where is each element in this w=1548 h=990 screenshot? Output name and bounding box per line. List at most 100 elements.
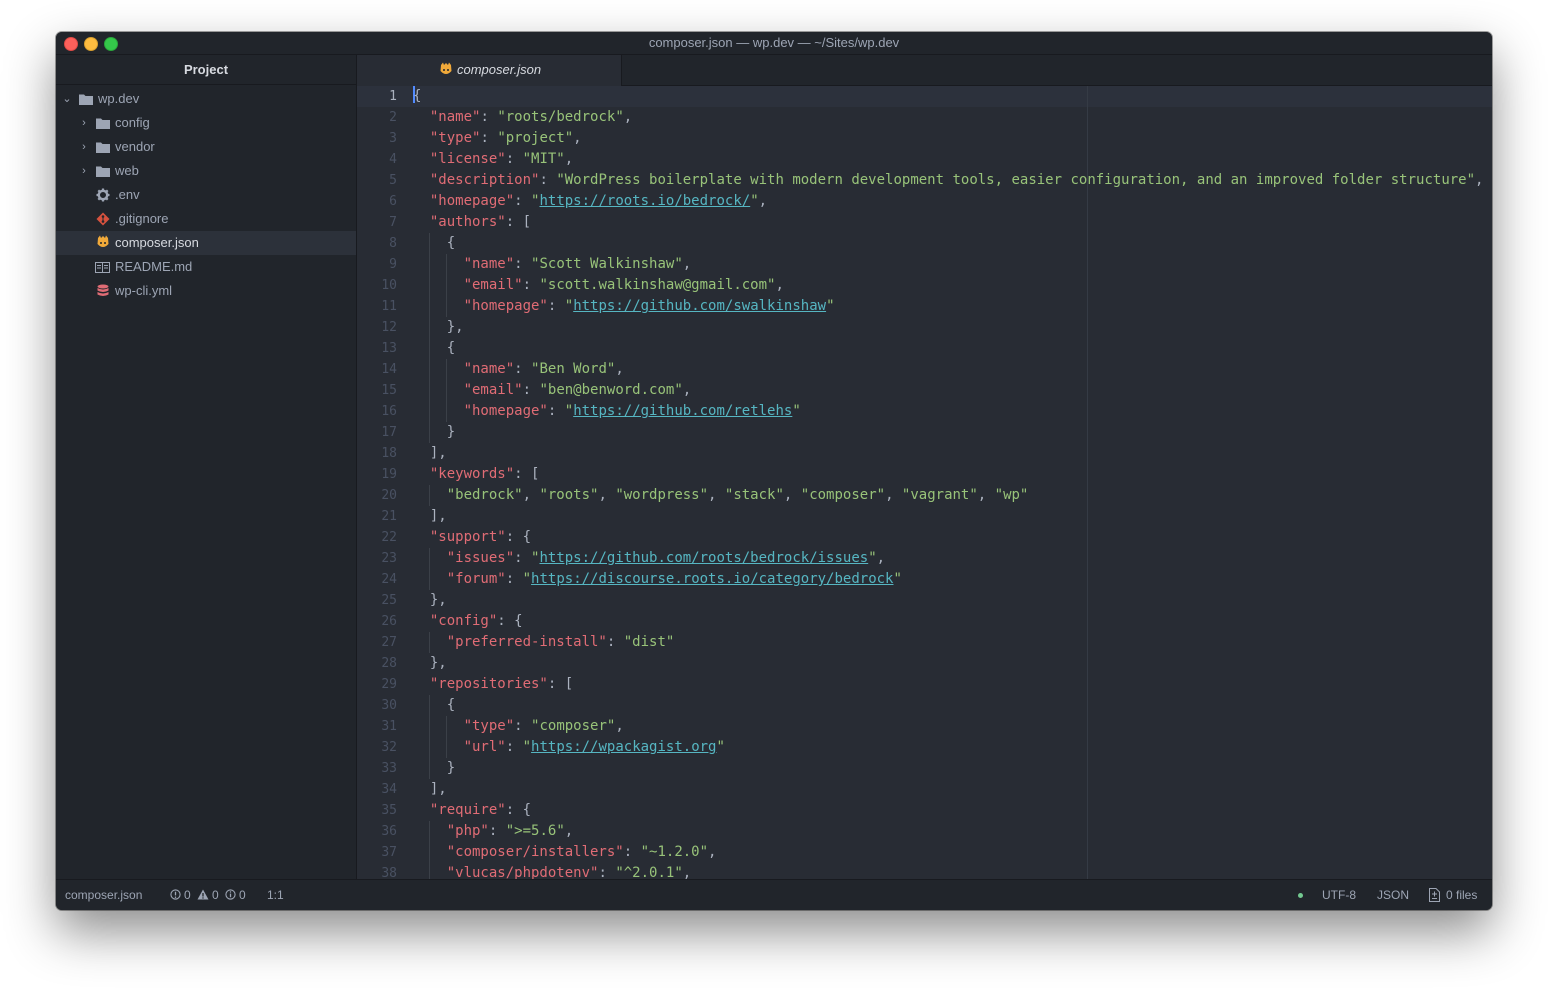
line-number[interactable]: 3 <box>357 128 397 149</box>
git-files-count[interactable]: 0 files <box>1446 880 1477 910</box>
code-area[interactable]: 1 2 3 4 5 6 7 8 9 10 11 12 13 14 15 16 17 18 19 20 21 22 23 24 2… <box>357 86 1492 880</box>
code-line[interactable]: "type": "composer", <box>413 716 1492 737</box>
line-number[interactable]: 29 <box>357 674 397 695</box>
cursor-position[interactable]: 1:1 <box>267 880 284 910</box>
code-line[interactable]: "require": { <box>413 800 1492 821</box>
line-number[interactable]: 14 <box>357 359 397 380</box>
warning-count[interactable]: 0 <box>212 880 219 910</box>
line-number[interactable]: 9 <box>357 254 397 275</box>
line-number[interactable]: 10 <box>357 275 397 296</box>
code-line[interactable]: { <box>413 86 1492 107</box>
code-line[interactable]: "forum": "https://discourse.roots.io/cat… <box>413 569 1492 590</box>
code-line[interactable]: "description": "WordPress boilerplate wi… <box>413 170 1492 191</box>
line-number[interactable]: 35 <box>357 800 397 821</box>
tree-item-readme[interactable]: README.md <box>56 255 356 279</box>
line-number[interactable]: 6 <box>357 191 397 212</box>
code-line[interactable]: "name": "roots/bedrock", <box>413 107 1492 128</box>
tree-item-env[interactable]: .env <box>56 183 356 207</box>
error-count[interactable]: 0 <box>184 880 191 910</box>
code-line[interactable]: "homepage": "https://roots.io/bedrock/", <box>413 191 1492 212</box>
tree-root-wp-dev[interactable]: ⌄ wp.dev <box>56 87 356 111</box>
line-number[interactable]: 4 <box>357 149 397 170</box>
line-number[interactable]: 31 <box>357 716 397 737</box>
code-line[interactable]: { <box>413 338 1492 359</box>
code-line[interactable]: "url": "https://wpackagist.org" <box>413 737 1492 758</box>
code-line[interactable]: } <box>413 422 1492 443</box>
code-line[interactable]: "config": { <box>413 611 1492 632</box>
status-file-path[interactable]: composer.json <box>65 880 142 910</box>
line-number[interactable]: 36 <box>357 821 397 842</box>
line-number[interactable]: 19 <box>357 464 397 485</box>
code-line[interactable]: ], <box>413 443 1492 464</box>
line-number[interactable]: 27 <box>357 632 397 653</box>
tree-item-wp-cli-yml[interactable]: wp-cli.yml <box>56 279 356 303</box>
line-number[interactable]: 18 <box>357 443 397 464</box>
line-number[interactable]: 25 <box>357 590 397 611</box>
line-number[interactable]: 8 <box>357 233 397 254</box>
info-count[interactable]: 0 <box>239 880 246 910</box>
code-line[interactable]: "homepage": "https://github.com/swalkins… <box>413 296 1492 317</box>
grammar-selector[interactable]: JSON <box>1377 880 1409 910</box>
line-number[interactable]: 30 <box>357 695 397 716</box>
line-number[interactable]: 22 <box>357 527 397 548</box>
line-number[interactable]: 26 <box>357 611 397 632</box>
code-line[interactable]: { <box>413 233 1492 254</box>
line-number[interactable]: 33 <box>357 758 397 779</box>
code-line[interactable]: "preferred-install": "dist" <box>413 632 1492 653</box>
tree-item-config[interactable]: › config <box>56 111 356 135</box>
tree-item-web[interactable]: › web <box>56 159 356 183</box>
code-line[interactable]: "email": "ben@benword.com", <box>413 380 1492 401</box>
line-number[interactable]: 15 <box>357 380 397 401</box>
tab-composer-json[interactable]: composer.json <box>357 55 622 86</box>
code-line[interactable]: "name": "Ben Word", <box>413 359 1492 380</box>
line-number[interactable]: 34 <box>357 779 397 800</box>
code-line[interactable]: "type": "project", <box>413 128 1492 149</box>
code-lines[interactable]: { "name": "roots/bedrock", "type": "proj… <box>413 86 1492 880</box>
code-line[interactable]: "bedrock", "roots", "wordpress", "stack"… <box>413 485 1492 506</box>
line-number[interactable]: 24 <box>357 569 397 590</box>
code-line[interactable]: "repositories": [ <box>413 674 1492 695</box>
chevron-right-icon[interactable]: › <box>79 135 89 159</box>
code-line[interactable]: "vlucas/phpdotenv": "^2.0.1", <box>413 863 1492 880</box>
code-line[interactable]: "authors": [ <box>413 212 1492 233</box>
code-line[interactable]: "support": { <box>413 527 1492 548</box>
code-line[interactable]: { <box>413 695 1492 716</box>
line-number[interactable]: 32 <box>357 737 397 758</box>
line-number[interactable]: 1 <box>357 86 397 107</box>
chevron-right-icon[interactable]: › <box>79 159 89 183</box>
code-line[interactable]: }, <box>413 590 1492 611</box>
line-number[interactable]: 2 <box>357 107 397 128</box>
code-line[interactable]: "issues": "https://github.com/roots/bedr… <box>413 548 1492 569</box>
code-line[interactable]: "keywords": [ <box>413 464 1492 485</box>
line-number-gutter[interactable]: 1 2 3 4 5 6 7 8 9 10 11 12 13 14 15 16 17 18 19 20 21 22 23 24 2… <box>357 86 397 880</box>
code-line[interactable]: "homepage": "https://github.com/retlehs" <box>413 401 1492 422</box>
code-line[interactable]: }, <box>413 317 1492 338</box>
chevron-down-icon[interactable]: ⌄ <box>62 87 72 111</box>
line-number[interactable]: 20 <box>357 485 397 506</box>
encoding-selector[interactable]: UTF-8 <box>1322 880 1356 910</box>
line-number[interactable]: 28 <box>357 653 397 674</box>
code-line[interactable]: } <box>413 758 1492 779</box>
code-line[interactable]: }, <box>413 653 1492 674</box>
chevron-right-icon[interactable]: › <box>79 111 89 135</box>
code-line[interactable]: "composer/installers": "~1.2.0", <box>413 842 1492 863</box>
line-number[interactable]: 37 <box>357 842 397 863</box>
code-line[interactable]: "name": "Scott Walkinshaw", <box>413 254 1492 275</box>
line-number[interactable]: 21 <box>357 506 397 527</box>
tree-item-gitignore[interactable]: .gitignore <box>56 207 356 231</box>
line-number[interactable]: 11 <box>357 296 397 317</box>
line-number[interactable]: 16 <box>357 401 397 422</box>
code-line[interactable]: "license": "MIT", <box>413 149 1492 170</box>
tree-item-composer-json[interactable]: composer.json <box>56 231 356 255</box>
line-number[interactable]: 23 <box>357 548 397 569</box>
line-number[interactable]: 13 <box>357 338 397 359</box>
line-number[interactable]: 12 <box>357 317 397 338</box>
line-number[interactable]: 5 <box>357 170 397 191</box>
line-number[interactable]: 17 <box>357 422 397 443</box>
code-line[interactable]: ], <box>413 506 1492 527</box>
line-number[interactable]: 38 <box>357 863 397 880</box>
code-line[interactable]: "email": "scott.walkinshaw@gmail.com", <box>413 275 1492 296</box>
tree-item-vendor[interactable]: › vendor <box>56 135 356 159</box>
line-number[interactable]: 7 <box>357 212 397 233</box>
code-line[interactable]: ], <box>413 779 1492 800</box>
